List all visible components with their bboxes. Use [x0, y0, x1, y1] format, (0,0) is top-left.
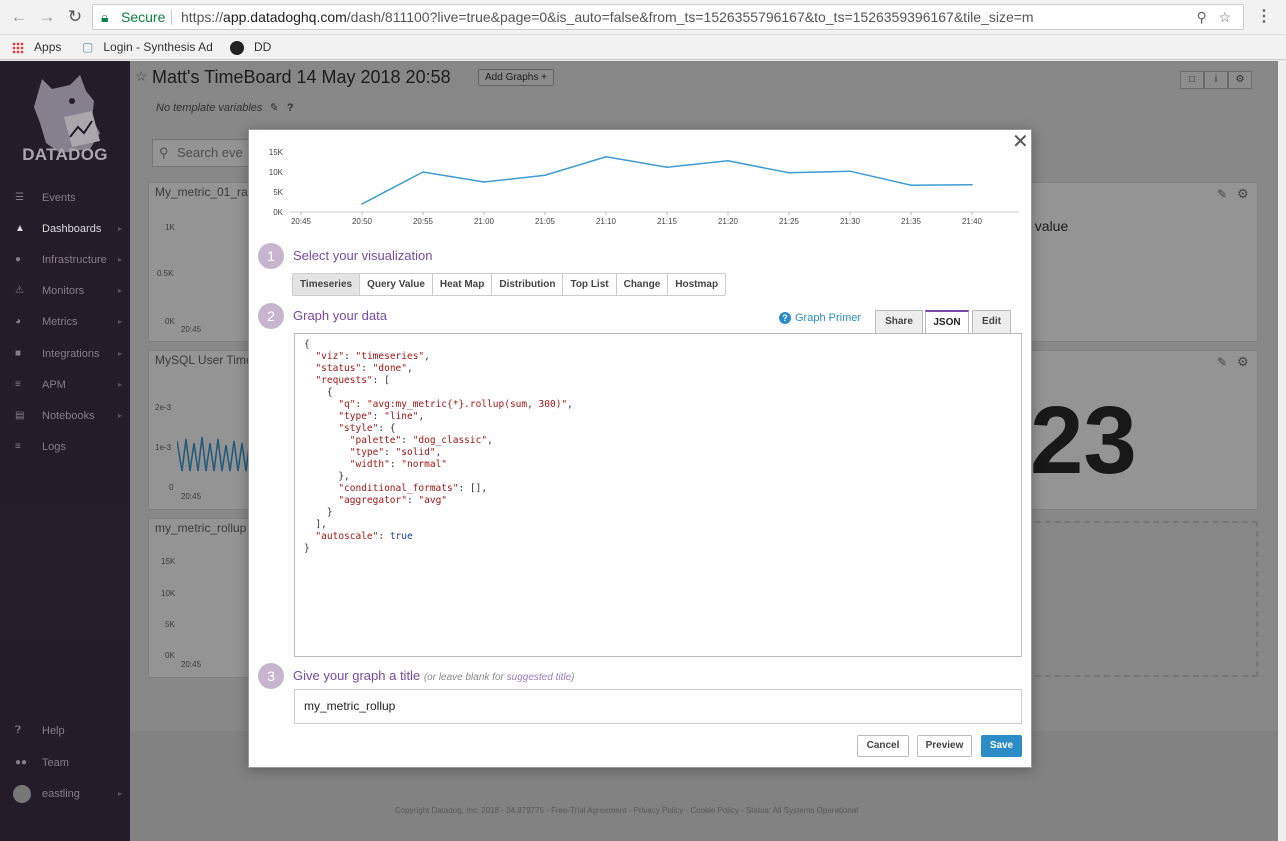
json-line: "palette": "dog_classic", [349, 435, 493, 446]
y-tick-label: 5K [273, 188, 283, 197]
data-point [422, 171, 424, 173]
tab-distribution[interactable]: Distribution [492, 274, 564, 295]
preview-chart: 15K 10K 5K 0K 20:45 20:50 20:55 21:00 21:05 21:10… [269, 148, 1019, 226]
page-icon: ▢ [82, 40, 94, 54]
scrollbar[interactable] [1278, 61, 1286, 841]
json-line: { [304, 387, 333, 398]
step-2-title: Graph your data [293, 308, 387, 323]
tab-timeseries[interactable]: Timeseries [293, 274, 361, 295]
data-point [544, 174, 546, 176]
json-line: "autoscale": true [315, 531, 413, 542]
x-tick-label: 21:35 [901, 217, 922, 226]
step-3-title: Give your graph a title (or leave blank … [293, 668, 575, 683]
github-icon [230, 40, 244, 55]
secure-label: Secure [121, 9, 166, 25]
json-line: "type": "line", [338, 411, 425, 422]
bookmarks-bar: Apps ▢ Login - Synthesis Ad DD [0, 35, 1286, 60]
json-line: }, [304, 471, 350, 482]
tab-top-list[interactable]: Top List [563, 274, 617, 295]
data-point [666, 166, 668, 168]
x-tick-label: 21:15 [657, 217, 678, 226]
json-line: } [304, 543, 310, 554]
tab-hostmap[interactable]: Hostmap [668, 274, 725, 295]
json-line: "style": { [338, 423, 396, 434]
x-tick-label: 21:00 [474, 217, 495, 226]
json-line: "viz": "timeseries", [315, 351, 430, 362]
lock-icon: 🔒︎ [101, 9, 109, 25]
browser-menu-icon[interactable]: ⋮ [1256, 6, 1272, 26]
series-line [361, 156, 973, 205]
step-1-title: Select your visualization [293, 248, 433, 263]
browser-toolbar: ← → ↻ 🔒︎ Secure https://app.datadoghq.co… [0, 0, 1286, 35]
address-bar[interactable]: 🔒︎ Secure https://app.datadoghq.com/dash… [92, 4, 1244, 30]
data-point [727, 160, 729, 162]
back-icon[interactable]: ← [10, 8, 28, 26]
json-line: ], [304, 519, 327, 530]
tab-json[interactable]: JSON [925, 310, 969, 334]
x-tick-label: 20:50 [352, 217, 373, 226]
bookmark-apps[interactable]: Apps [12, 39, 61, 55]
data-point [910, 184, 912, 186]
data-point [788, 172, 790, 174]
step-3-badge: 3 [258, 663, 284, 689]
suggested-title-link[interactable]: suggested title [507, 672, 572, 683]
visualization-tabs: Timeseries Query Value Heat Map Distribu… [292, 273, 727, 296]
json-line: "aggregator": "avg" [338, 495, 448, 506]
x-tick-label: 21:30 [840, 217, 861, 226]
json-line: "conditional_formats": [], [338, 483, 488, 494]
graph-title-input[interactable]: my_metric_rollup [294, 689, 1022, 724]
help-icon: ? [779, 312, 791, 324]
data-point [361, 203, 363, 205]
y-tick-label: 10K [269, 168, 284, 177]
json-line: "requests": [ [315, 375, 390, 386]
json-line: "type": "solid", [349, 447, 442, 458]
tab-query-value[interactable]: Query Value [360, 274, 433, 295]
json-editor[interactable]: { "viz": "timeseries", "status": "done",… [294, 333, 1022, 657]
data-point [971, 184, 973, 186]
json-line: { [304, 339, 310, 350]
x-tick-label: 21:40 [962, 217, 983, 226]
save-button[interactable]: Save [981, 735, 1022, 757]
y-tick-label: 15K [269, 148, 284, 157]
zoom-icon[interactable]: ⚲ [1197, 9, 1207, 25]
x-tick-label: 21:25 [779, 217, 800, 226]
data-point [849, 170, 851, 172]
preview-button[interactable]: Preview [917, 735, 972, 757]
x-tick-label: 21:05 [535, 217, 556, 226]
bookmark-dd[interactable]: DD [230, 39, 271, 55]
data-point [483, 181, 485, 183]
graph-editor-modal: ✕ 15K 10K 5K 0K 20:45 20:50 20:55 21:00 21:05 21:… [248, 129, 1032, 768]
bookmark-login[interactable]: ▢ Login - Synthesis Ad [82, 39, 213, 55]
x-tick-label: 20:55 [413, 217, 434, 226]
tab-edit[interactable]: Edit [972, 310, 1011, 334]
bookmark-star-icon[interactable]: ☆ [1218, 9, 1231, 25]
apps-grid-icon [12, 41, 24, 54]
url-text: https://app.datadoghq.com/dash/811100?li… [181, 9, 1034, 25]
y-tick-label: 0K [273, 208, 283, 217]
step-2-badge: 2 [258, 303, 284, 329]
json-line: "width": "normal" [349, 459, 448, 470]
x-tick-label: 21:20 [718, 217, 739, 226]
reload-icon[interactable]: ↻ [66, 8, 84, 26]
json-line: "q": "avg:my_metric{*}.rollup(sum, 300)"… [338, 399, 573, 410]
forward-icon[interactable]: → [38, 8, 56, 26]
cancel-button[interactable]: Cancel [857, 735, 909, 757]
json-line: "status": "done", [315, 363, 413, 374]
tab-change[interactable]: Change [617, 274, 669, 295]
graph-primer-link[interactable]: ? Graph Primer [779, 312, 861, 324]
step-1-badge: 1 [258, 243, 284, 269]
tab-share[interactable]: Share [875, 310, 923, 334]
json-line: } [304, 507, 333, 518]
x-tick-label: 21:10 [596, 217, 617, 226]
tab-heat-map[interactable]: Heat Map [433, 274, 493, 295]
x-tick-label: 20:45 [291, 217, 312, 226]
data-point [605, 156, 607, 158]
